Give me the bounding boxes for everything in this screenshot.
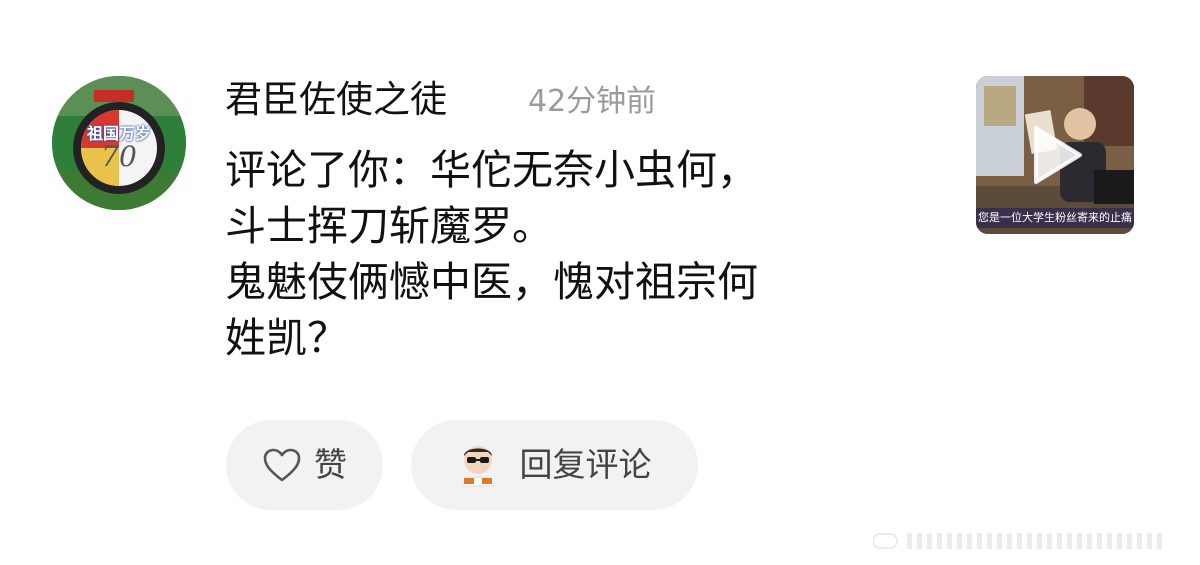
user-avatar-icon bbox=[460, 446, 495, 487]
video-thumbnail[interactable]: 您是一位大学生粉丝寄来的止痛 bbox=[976, 76, 1134, 234]
like-label: 赞 bbox=[314, 445, 347, 484]
like-button[interactable]: 赞 bbox=[226, 420, 383, 510]
heart-outline-icon bbox=[263, 448, 301, 482]
reply-comment-button[interactable]: 回复评论 bbox=[411, 420, 698, 510]
avatar-number: 70 bbox=[101, 140, 137, 173]
watermark bbox=[873, 533, 1162, 549]
comment-timestamp: 42分钟前 bbox=[528, 84, 657, 119]
comment-line: 斗士挥刀斩魔罗。 bbox=[225, 202, 553, 250]
comment-line: 姓凯？ bbox=[225, 314, 348, 362]
commenter-avatar[interactable]: 祖国万岁 70 bbox=[52, 76, 186, 210]
comment-body: 评论了你：华佗无奈小虫何， 斗士挥刀斩魔罗。 鬼魅伎俩憾中医，愧对祖宗何 姓凯？ bbox=[225, 142, 945, 366]
reply-comment-label: 回复评论 bbox=[519, 445, 652, 484]
comment-line: 评论了你：华佗无奈小虫何， bbox=[225, 146, 758, 194]
video-caption: 您是一位大学生粉丝寄来的止痛 bbox=[976, 208, 1134, 228]
play-icon[interactable] bbox=[1026, 124, 1084, 186]
commenter-username[interactable]: 君臣佐使之徒 bbox=[225, 76, 447, 124]
comment-line: 鬼魅伎俩憾中医，愧对祖宗何 bbox=[225, 258, 758, 306]
